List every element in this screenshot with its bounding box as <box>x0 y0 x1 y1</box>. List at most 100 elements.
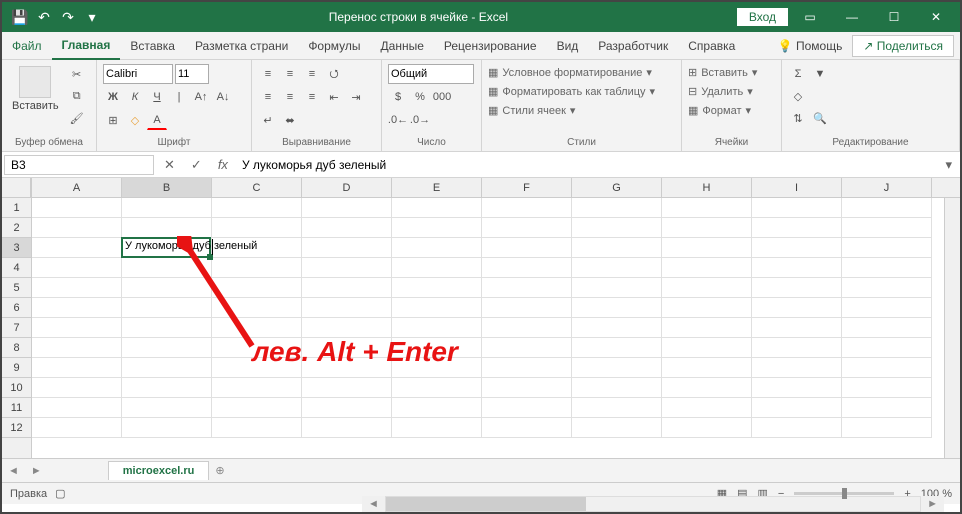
align-left-icon[interactable]: ≡ <box>258 87 278 107</box>
minimize-icon[interactable]: — <box>832 2 872 32</box>
name-box[interactable] <box>4 155 154 175</box>
formula-input[interactable] <box>236 156 938 174</box>
align-right-icon[interactable]: ≡ <box>302 87 322 107</box>
align-bottom-icon[interactable]: ≡ <box>302 64 322 84</box>
col-header[interactable]: F <box>482 178 572 197</box>
tab-developer[interactable]: Разработчик <box>588 33 678 59</box>
col-header[interactable]: A <box>32 178 122 197</box>
tab-data[interactable]: Данные <box>371 33 434 59</box>
cells-area[interactable]: У лукоморья дуб зеленый <box>32 198 960 438</box>
row-header[interactable]: 3 <box>2 238 31 258</box>
shrink-font-icon[interactable]: A↓ <box>213 87 233 107</box>
hscroll-thumb[interactable] <box>386 497 586 511</box>
fx-icon[interactable]: fx <box>210 157 236 172</box>
indent-dec-icon[interactable]: ⇤ <box>324 87 344 107</box>
redo-icon[interactable]: ↷ <box>60 9 76 25</box>
copy-icon[interactable]: ⧉ <box>67 86 87 106</box>
tab-home[interactable]: Главная <box>52 32 121 60</box>
format-cells-button[interactable]: ▦ Формат ▾ <box>688 102 757 119</box>
close-icon[interactable]: ✕ <box>916 2 956 32</box>
col-header[interactable]: D <box>302 178 392 197</box>
row-header[interactable]: 8 <box>2 338 31 358</box>
macro-record-icon[interactable]: ▢ <box>55 487 65 500</box>
format-as-table-button[interactable]: ▦ Форматировать как таблицу ▾ <box>488 83 655 100</box>
share-button[interactable]: ↗ Поделиться <box>852 35 954 57</box>
font-size-select[interactable] <box>175 64 209 84</box>
indent-inc-icon[interactable]: ⇥ <box>346 87 366 107</box>
wrap-text-icon[interactable]: ↵ <box>258 110 278 130</box>
col-header[interactable]: H <box>662 178 752 197</box>
tab-formulas[interactable]: Формулы <box>298 33 370 59</box>
tab-insert[interactable]: Вставка <box>120 33 185 59</box>
find-icon[interactable]: 🔍 <box>810 108 830 128</box>
decimal-dec-icon[interactable]: .0→ <box>410 110 430 130</box>
tab-help[interactable]: Справка <box>678 33 745 59</box>
decimal-inc-icon[interactable]: .0← <box>388 110 408 130</box>
sheet-tab[interactable]: microexcel.ru <box>108 461 210 480</box>
scroll-right-icon[interactable]: ► <box>921 498 944 510</box>
orientation-icon[interactable]: ⭯ <box>324 64 344 84</box>
paste-button[interactable]: Вставить <box>8 64 63 114</box>
grow-font-icon[interactable]: A↑ <box>191 87 211 107</box>
cell-styles-button[interactable]: ▦ Стили ячеек ▾ <box>488 102 655 119</box>
tab-view[interactable]: Вид <box>547 33 589 59</box>
merge-icon[interactable]: ⬌ <box>280 110 300 130</box>
col-header[interactable]: B <box>122 178 212 197</box>
ribbon-options-icon[interactable]: ▭ <box>790 2 830 32</box>
autosum-icon[interactable]: Σ <box>788 64 808 84</box>
row-header[interactable]: 12 <box>2 418 31 438</box>
align-middle-icon[interactable]: ≡ <box>280 64 300 84</box>
worksheet-grid[interactable]: 1 2 3 4 5 6 7 8 9 10 11 12 A B C D E F G… <box>2 178 960 458</box>
font-color-icon[interactable]: A <box>147 110 167 130</box>
row-header[interactable]: 4 <box>2 258 31 278</box>
cancel-icon[interactable]: ✕ <box>156 157 183 173</box>
login-button[interactable]: Вход <box>737 8 788 26</box>
row-header[interactable]: 7 <box>2 318 31 338</box>
undo-icon[interactable]: ↶ <box>36 9 52 25</box>
tell-me[interactable]: 💡 Помощь <box>768 33 853 59</box>
thousands-icon[interactable]: 000 <box>432 87 452 107</box>
align-top-icon[interactable]: ≡ <box>258 64 278 84</box>
vertical-scrollbar[interactable] <box>944 198 960 458</box>
scroll-left-icon[interactable]: ◄ <box>362 498 385 510</box>
clear-icon[interactable]: ◇ <box>788 86 808 106</box>
row-header[interactable]: 5 <box>2 278 31 298</box>
row-header[interactable]: 9 <box>2 358 31 378</box>
col-header[interactable]: J <box>842 178 932 197</box>
sort-filter-icon[interactable]: ⇅ <box>788 108 808 128</box>
zoom-slider[interactable] <box>794 492 894 495</box>
tab-review[interactable]: Рецензирование <box>434 33 547 59</box>
conditional-formatting-button[interactable]: ▦ Условное форматирование ▾ <box>488 64 655 81</box>
col-header[interactable]: I <box>752 178 842 197</box>
currency-icon[interactable]: $ <box>388 87 408 107</box>
tab-file[interactable]: Файл <box>2 33 52 59</box>
select-all-corner[interactable] <box>2 178 31 198</box>
bold-button[interactable]: Ж <box>103 87 123 107</box>
font-name-select[interactable] <box>103 64 173 84</box>
align-center-icon[interactable]: ≡ <box>280 87 300 107</box>
row-header[interactable]: 1 <box>2 198 31 218</box>
cut-icon[interactable]: ✂ <box>67 64 87 84</box>
row-header[interactable]: 6 <box>2 298 31 318</box>
tab-layout[interactable]: Разметка страни <box>185 33 298 59</box>
fill-icon[interactable]: ▼ <box>810 64 830 84</box>
insert-cells-button[interactable]: ⊞ Вставить ▾ <box>688 64 757 81</box>
italic-button[interactable]: К <box>125 87 145 107</box>
tab-nav-next-icon[interactable]: ► <box>25 465 48 477</box>
borders-icon[interactable]: ⊞ <box>103 110 123 130</box>
col-header[interactable]: C <box>212 178 302 197</box>
maximize-icon[interactable]: ☐ <box>874 2 914 32</box>
row-header[interactable]: 10 <box>2 378 31 398</box>
number-format-select[interactable] <box>388 64 474 84</box>
col-header[interactable]: E <box>392 178 482 197</box>
horizontal-scrollbar[interactable]: ◄ ► <box>362 496 944 512</box>
expand-formula-icon[interactable]: ▾ <box>937 157 960 173</box>
delete-cells-button[interactable]: ⊟ Удалить ▾ <box>688 83 757 100</box>
col-header[interactable]: G <box>572 178 662 197</box>
row-header[interactable]: 11 <box>2 398 31 418</box>
tab-nav-prev-icon[interactable]: ◄ <box>2 465 25 477</box>
enter-icon[interactable]: ✓ <box>183 157 210 173</box>
save-icon[interactable]: 💾 <box>12 9 28 25</box>
format-painter-icon[interactable]: 🖌 <box>67 108 87 128</box>
fill-color-icon[interactable]: ◇ <box>125 110 145 130</box>
